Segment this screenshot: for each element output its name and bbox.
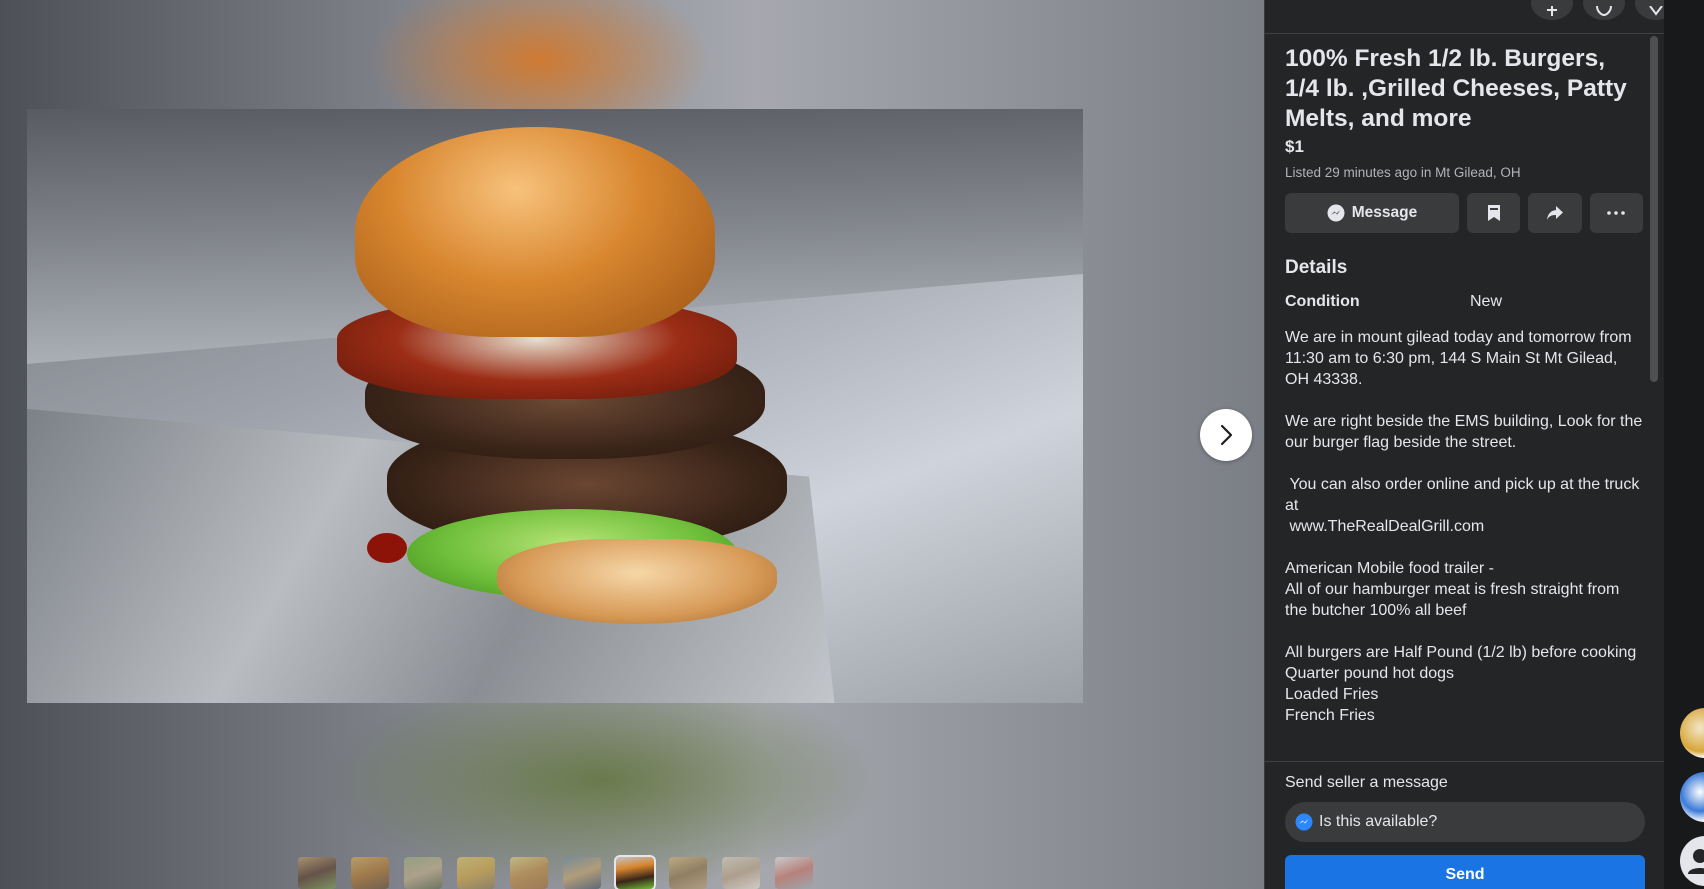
thumbnail[interactable] <box>298 857 336 889</box>
notifications-icon <box>1649 6 1663 16</box>
description-link[interactable]: www.TheRealDealGrill.com <box>1285 516 1643 537</box>
thumbnail[interactable] <box>457 857 495 889</box>
listing-photo <box>27 109 1083 703</box>
messenger-icon <box>1327 204 1345 222</box>
bookmark-icon <box>1487 205 1500 221</box>
listing-title: 100% Fresh 1/2 lb. Burgers, 1/4 lb. ,Gri… <box>1285 45 1627 132</box>
thumbnail[interactable] <box>563 857 601 889</box>
photo-bun-bottom <box>497 539 777 624</box>
more-options-button[interactable] <box>1589 193 1643 233</box>
description-paragraph: All burgers are Half Pound (1/2 lb) befo… <box>1285 644 1637 661</box>
message-button[interactable]: Message <box>1285 193 1459 233</box>
listing-panel: 100% Fresh 1/2 lb. Burgers, 1/4 lb. ,Gri… <box>1264 0 1677 889</box>
contact-avatar[interactable] <box>1680 836 1704 886</box>
contacts-rail <box>1664 0 1704 889</box>
save-button[interactable] <box>1466 193 1521 233</box>
thumbnail[interactable] <box>775 857 813 889</box>
listing-price: $1 <box>1285 137 1304 156</box>
message-input[interactable]: Is this available? <box>1285 802 1645 842</box>
plus-icon <box>1547 6 1557 16</box>
contact-avatar[interactable] <box>1680 708 1704 758</box>
photo-bun-top <box>355 127 715 337</box>
send-message-label: Send seller a message <box>1285 774 1448 791</box>
person-icon <box>1688 849 1704 874</box>
listing-details-scroll[interactable]: 100% Fresh 1/2 lb. Burgers, 1/4 lb. ,Gri… <box>1265 34 1659 761</box>
thumbnail[interactable] <box>669 857 707 889</box>
listing-actions: Message <box>1285 193 1643 233</box>
contact-avatar[interactable] <box>1680 772 1704 822</box>
message-button-label: Message <box>1351 204 1418 221</box>
more-icon <box>1607 211 1626 215</box>
plus-button[interactable] <box>1531 0 1573 20</box>
media-viewer <box>0 0 1264 889</box>
send-button[interactable]: Send <box>1285 855 1645 889</box>
thumbnail[interactable] <box>351 857 389 889</box>
send-message-area: Send seller a message Is this available?… <box>1265 761 1665 889</box>
photo-ketchup <box>367 533 407 563</box>
condition-label: Condition <box>1285 293 1360 310</box>
condition-value: New <box>1470 293 1503 310</box>
chevron-right-icon <box>1220 424 1233 446</box>
description-paragraph: You can also order online and pick up at… <box>1285 476 1644 514</box>
thumbnail-active[interactable] <box>614 855 656 889</box>
description-paragraph: Loaded Fries <box>1285 686 1379 703</box>
messenger-icon <box>1596 6 1612 16</box>
panel-scrollbar[interactable] <box>1650 36 1658 382</box>
messenger-icon <box>1295 813 1313 831</box>
details-heading: Details <box>1285 257 1348 278</box>
messenger-top-button[interactable] <box>1583 0 1625 20</box>
description-paragraph: Quarter pound hot dogs <box>1285 665 1455 682</box>
message-input-value: Is this available? <box>1319 813 1438 830</box>
thumbnail[interactable] <box>510 857 548 889</box>
description-paragraph: American Mobile food trailer - <box>1285 560 1494 577</box>
thumbnail[interactable] <box>722 857 760 889</box>
next-photo-button[interactable] <box>1200 409 1252 461</box>
listing-meta: Listed 29 minutes ago in Mt Gilead, OH <box>1285 165 1521 180</box>
thumbnail[interactable] <box>404 857 442 889</box>
description-paragraph: French Fries <box>1285 707 1375 724</box>
description-paragraph: We are in mount gilead today and tomorro… <box>1285 329 1632 388</box>
thumbnail-strip <box>298 855 813 889</box>
listing-description: We are in mount gilead today and tomorro… <box>1285 327 1643 726</box>
share-icon <box>1546 206 1563 220</box>
description-paragraph: We are right beside the EMS building, Lo… <box>1285 413 1643 451</box>
description-paragraph: All of our hamburger meat is fresh strai… <box>1285 581 1620 619</box>
condition-row: Condition New <box>1285 293 1643 311</box>
share-button[interactable] <box>1528 193 1582 233</box>
